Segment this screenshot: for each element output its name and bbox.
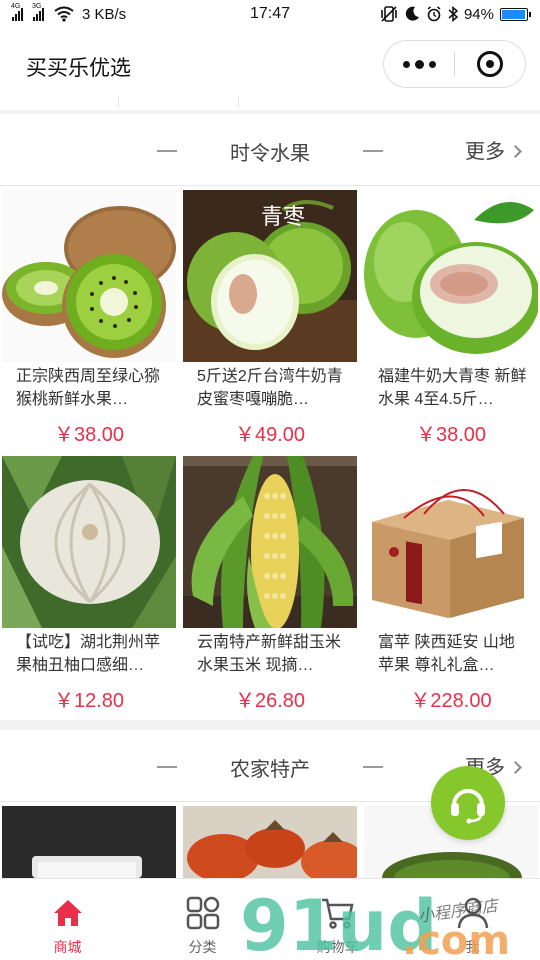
- cart-icon: [321, 898, 354, 929]
- product-name[interactable]: 5斤送2斤台湾牛奶青皮蜜枣嘎嘣脆…: [183, 362, 357, 408]
- customer-service-button[interactable]: [431, 766, 505, 840]
- product-card[interactable]: 云南特产新鲜甜玉米 水果玉米 现摘… ￥26.80: [183, 456, 357, 713]
- more-link[interactable]: 更多: [465, 135, 522, 164]
- chevron-right-icon: [509, 761, 522, 774]
- product-image-pumpkin-pomelo[interactable]: [2, 456, 176, 628]
- chevron-right-icon: [509, 145, 522, 158]
- product-name[interactable]: 福建牛奶大青枣 新鲜水果 4至4.5斤…: [364, 362, 538, 408]
- product-image-dried-persimmon[interactable]: [183, 806, 357, 878]
- battery-percent: 94%: [463, 5, 494, 23]
- product-card[interactable]: 福建牛奶大青枣 新鲜水果 4至4.5斤… ￥38.00: [364, 190, 538, 447]
- grid-icon: [186, 896, 219, 930]
- product-image-corn[interactable]: [183, 456, 357, 628]
- home-icon: [53, 900, 82, 926]
- product-card[interactable]: [183, 806, 357, 878]
- product-image-jujube[interactable]: 青枣: [183, 190, 357, 362]
- clock: 17:47: [249, 5, 291, 22]
- user-icon: [457, 897, 488, 929]
- product-image-green-jujube[interactable]: [364, 190, 538, 362]
- product-image-apple-gift-box[interactable]: [364, 456, 538, 628]
- alarm-icon: [427, 6, 441, 22]
- tab-category[interactable]: 分类: [135, 879, 270, 960]
- tab-label: 分类: [188, 939, 217, 955]
- product-price: ￥12.80: [53, 690, 125, 712]
- product-name[interactable]: 正宗陕西周至绿心猕猴桃新鲜水果…: [2, 362, 176, 408]
- vibrate-icon: [381, 6, 397, 22]
- product-image-packaged-food[interactable]: [2, 806, 176, 878]
- product-name[interactable]: 富苹 陕西延安 山地苹果 尊礼礼盒…: [364, 628, 538, 674]
- bluetooth-icon: [448, 6, 458, 22]
- jujube-image-text: 青枣: [261, 205, 305, 230]
- product-card[interactable]: 富苹 陕西延安 山地苹果 尊礼礼盒… ￥228.00: [364, 456, 538, 713]
- signal-icon-2: 3G: [32, 3, 44, 21]
- title-line-right: [363, 150, 383, 152]
- section-title: 时令水果: [230, 143, 310, 165]
- tab-home[interactable]: 商城: [0, 879, 135, 960]
- battery-icon: [500, 7, 531, 21]
- tab-me[interactable]: 我: [405, 879, 540, 960]
- product-price: ￥26.80: [234, 690, 306, 712]
- more-dots-icon[interactable]: [384, 41, 454, 87]
- status-bar: 4G 3G 3 KB/s 17:47 94%: [0, 0, 540, 28]
- tab-label: 购物车: [316, 939, 359, 955]
- tab-label: 我: [465, 939, 480, 955]
- moon-icon: [405, 6, 419, 21]
- tab-cart[interactable]: 购物车: [270, 879, 405, 960]
- product-price: ￥38.00: [415, 424, 487, 446]
- status-left: 4G 3G 3 KB/s: [11, 3, 212, 23]
- signal-icon: 4G: [11, 3, 23, 21]
- mini-program-capsule: [383, 40, 526, 88]
- product-card[interactable]: 正宗陕西周至绿心猕猴桃新鲜水果… ￥38.00: [2, 190, 176, 447]
- product-name[interactable]: 云南特产新鲜甜玉米 水果玉米 现摘…: [183, 628, 357, 674]
- product-price: ￥228.00: [410, 690, 492, 712]
- app-screen: 4G 3G 3 KB/s 17:47 94% 买买乐优选 时令水果 更多 正宗陕…: [0, 0, 540, 960]
- product-image-kiwi[interactable]: [2, 190, 176, 362]
- network-speed: 3 KB/s: [82, 5, 127, 23]
- status-right: 94%: [328, 5, 531, 23]
- product-name[interactable]: 【试吃】湖北荆州苹果柚丑柚口感细…: [2, 628, 176, 674]
- wifi-icon: [54, 6, 74, 22]
- top-strip: [0, 96, 540, 110]
- more-label: 更多: [465, 141, 505, 163]
- product-price: ￥49.00: [234, 424, 306, 446]
- section-seasonal-fruit: 时令水果 更多 正宗陕西周至绿心猕猴桃新鲜水果… ￥38.00 青枣 5斤送2斤…: [0, 114, 540, 720]
- page-title: 买买乐优选: [26, 57, 131, 80]
- product-price: ￥38.00: [53, 424, 125, 446]
- nav-bar: 买买乐优选: [0, 28, 540, 104]
- headset-icon: [451, 789, 485, 824]
- section-header: 时令水果 更多: [0, 114, 540, 186]
- product-card[interactable]: 【试吃】湖北荆州苹果柚丑柚口感细… ￥12.80: [2, 456, 176, 713]
- battery-fill: [502, 9, 525, 19]
- title-line-right: [363, 766, 383, 768]
- bottom-tab-bar: 商城 分类 购物车 我: [0, 878, 540, 960]
- product-card[interactable]: [2, 806, 176, 878]
- tab-label: 商城: [53, 939, 82, 955]
- target-close-icon[interactable]: [455, 41, 525, 87]
- product-card[interactable]: 青枣 5斤送2斤台湾牛奶青皮蜜枣嘎嘣脆… ￥49.00: [183, 190, 357, 447]
